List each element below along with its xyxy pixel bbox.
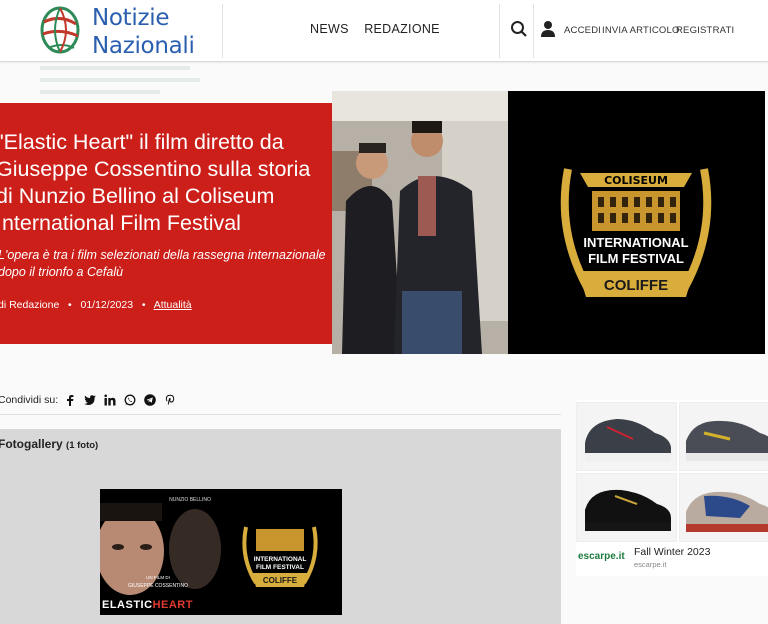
main-nav: NEWS REDAZIONE — [310, 22, 452, 36]
poster-film-title-part1: ELASTIC — [102, 599, 153, 611]
poster-film-title: ELASTICHEART — [102, 599, 193, 611]
logo-line2: Nazionali — [92, 33, 195, 59]
nav-item-news[interactable]: NEWS — [310, 22, 349, 36]
ad-product-image[interactable] — [679, 473, 768, 542]
logo-festival-line2: FILM FESTIVAL — [588, 251, 684, 266]
poster-director-line1: UN FILM DI — [146, 575, 170, 580]
register-link[interactable]: REGISTRATI — [676, 25, 734, 36]
sneaker-icon — [686, 420, 768, 461]
telegram-icon[interactable] — [144, 394, 156, 406]
submit-article-link[interactable]: INVIA ARTICOLO — [602, 25, 680, 36]
nav-item-redazione[interactable]: REDAZIONE — [364, 22, 440, 36]
sneaker-icon — [686, 491, 768, 532]
article-subtitle: L'opera è tra i film selezionati della r… — [0, 248, 326, 279]
logo-text: Notizie Nazionali — [92, 4, 195, 60]
header-divider — [533, 4, 534, 58]
ad-brand[interactable]: escarpe.it — [578, 551, 625, 562]
logo-coliseum-text: COLISEUM — [604, 174, 668, 187]
hero-panel: "Elastic Heart" il film diretto da Giuse… — [0, 103, 332, 344]
logo-line1: Notizie — [92, 5, 170, 31]
sponsored-ad[interactable]: ▷ escarpe.it Fall Winter 2023 escarpe.it — [576, 400, 768, 576]
user-icon[interactable] — [540, 20, 556, 38]
poster-festival-line2: FILM FESTIVAL — [256, 564, 304, 571]
poster-festival-line1: INTERNATIONAL — [254, 556, 307, 563]
search-icon[interactable] — [510, 20, 528, 38]
whatsapp-icon[interactable] — [124, 394, 136, 406]
ad-url[interactable]: escarpe.it — [634, 560, 667, 569]
sneaker-icon — [585, 489, 671, 531]
twitter-icon[interactable] — [84, 394, 97, 406]
ad-product-image[interactable] — [576, 402, 677, 471]
poster-actor-name: NUNZIO BELLINO — [169, 497, 211, 503]
share-label: Condividi su: — [0, 394, 59, 406]
header-divider — [222, 4, 223, 58]
facebook-icon[interactable] — [64, 394, 76, 406]
meta-dot: • — [62, 299, 78, 311]
article-author[interactable]: di Redazione — [0, 299, 59, 311]
ad-product-image[interactable] — [576, 473, 677, 542]
ad-title[interactable]: Fall Winter 2023 — [634, 546, 710, 558]
linkedin-icon[interactable] — [104, 394, 116, 406]
article-meta: di Redazione • 01/12/2023 • Attualità — [0, 299, 192, 311]
faded-logo-ghost — [40, 66, 210, 106]
poster-director-line2: GIUSEPPE COSSENTINO — [128, 583, 188, 589]
globe-logo-icon — [40, 6, 80, 54]
gallery-thumbnail[interactable]: NUNZIO BELLINO UN FILM DI GIUSEPPE COSSE… — [100, 489, 342, 615]
login-link[interactable]: ACCEDI — [564, 25, 601, 36]
article-title[interactable]: "Elastic Heart" il film diretto da Giuse… — [0, 129, 326, 237]
sneaker-icon — [585, 419, 671, 461]
divider — [0, 414, 561, 415]
share-bar: Condividi su: — [0, 394, 176, 406]
hero-image[interactable]: COLISEUM INTERNATIONAL FILM FESTIVAL COL… — [332, 91, 765, 354]
logo-ribbon-text: COLIFFE — [604, 277, 668, 294]
pinterest-icon[interactable] — [164, 394, 176, 406]
gallery-title: Fotogallery (1 foto) — [0, 437, 98, 451]
poster-film-title-part2: HEART — [153, 599, 193, 611]
article-category[interactable]: Attualità — [154, 299, 192, 311]
logo-festival-line1: INTERNATIONAL — [583, 235, 688, 250]
photo-gallery: Fotogallery (1 foto) NUNZIO BELLINO UN F… — [0, 429, 561, 624]
poster-ribbon-text: COLIFFE — [263, 576, 298, 585]
meta-dot: • — [135, 299, 152, 311]
ad-product-image[interactable] — [679, 402, 768, 471]
site-logo[interactable]: Notizie Nazionali — [38, 2, 218, 60]
poster-image: NUNZIO BELLINO UN FILM DI GIUSEPPE COSSE… — [100, 489, 342, 615]
gallery-count: (1 foto) — [66, 440, 99, 451]
article-date: 01/12/2023 — [80, 299, 134, 311]
hero-photo: COLISEUM INTERNATIONAL FILM FESTIVAL COL… — [332, 91, 765, 354]
site-header: Notizie Nazionali NEWS REDAZIONE ACCEDI … — [0, 0, 768, 62]
share-icons — [64, 394, 176, 406]
header-divider — [499, 4, 500, 58]
gallery-title-text: Fotogallery — [0, 437, 63, 451]
